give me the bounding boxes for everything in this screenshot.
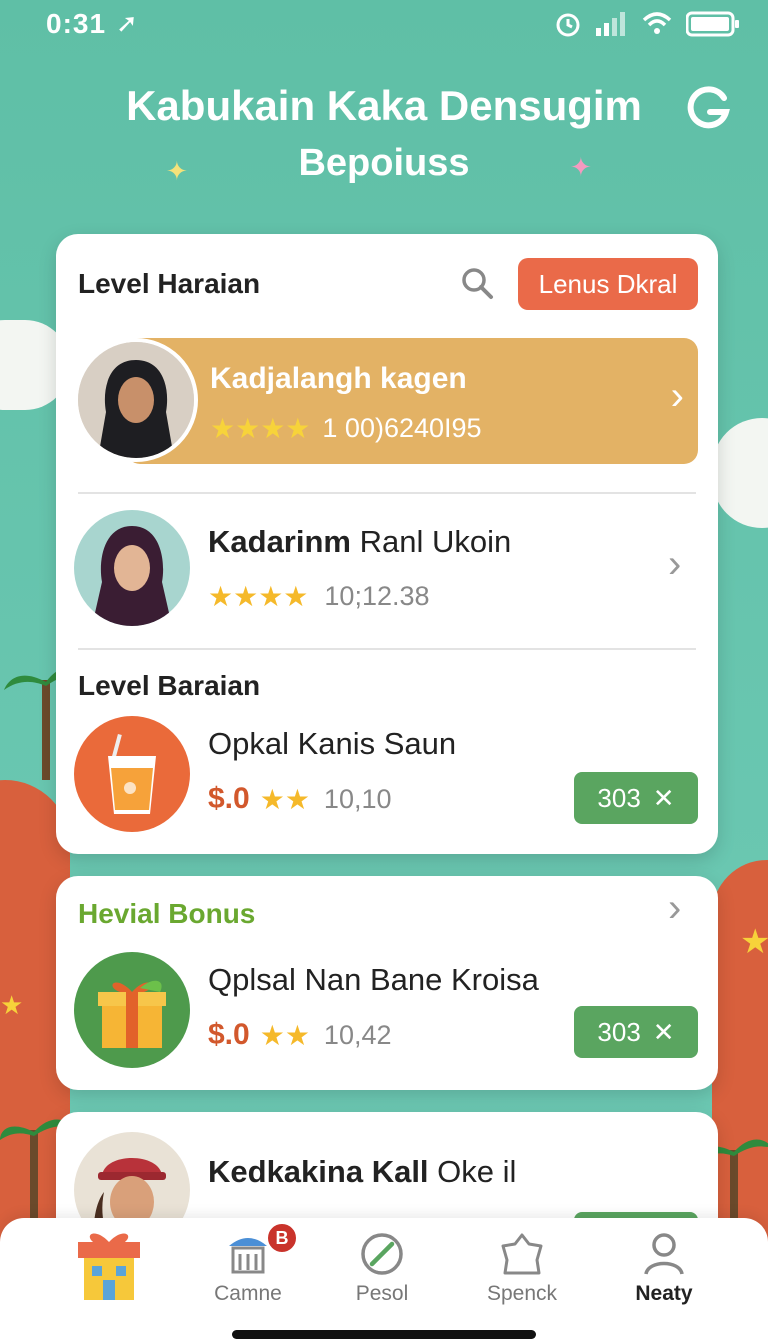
product-name: Qplsal Nan Bane Kroisa [208, 962, 539, 997]
action-button[interactable]: Lenus Dkral [518, 258, 698, 310]
gift-icon [74, 952, 190, 1068]
drink-icon [74, 716, 190, 832]
rating-text: 10;12.38 [324, 581, 430, 611]
nav-label: Camne [214, 1282, 282, 1305]
chevron-right-icon: › [670, 374, 684, 418]
divider [78, 492, 696, 494]
nav-label: Pesol [355, 1282, 409, 1305]
product-item[interactable]: Qplsal Nan Bane Kroisa $.0 ★★ 10,42 303 … [56, 952, 718, 1072]
nav-item-camne[interactable]: B Camne [188, 1218, 308, 1318]
price: $.0 [208, 782, 250, 815]
list-item-title-rest: Ranl Ukoin [350, 524, 512, 559]
quantity-value: 303 [597, 1016, 641, 1047]
list-item[interactable]: Kadarinm Ranl Ukoin ★★★★ 10;12.38 › [56, 504, 718, 634]
app-screen: ✦ ✦ ★ ★ 0:31 ➚ Kabukain Kaka Densugim Be… [0, 0, 768, 1344]
gift-house-icon [78, 1233, 140, 1300]
status-bar: 0:31 ➚ [0, 0, 768, 50]
quantity-pill[interactable]: 303 ✕ [574, 772, 698, 824]
quantity-value: 303 [597, 782, 641, 813]
divider [78, 648, 696, 650]
product-item[interactable]: Opkal Kanis Saun $.0 ★★ 10,10 303 ✕ [56, 716, 718, 836]
g-logo-icon[interactable] [684, 84, 732, 132]
list-item-title-bold: Kadarinm [208, 524, 351, 559]
level-card: Level Haraian Lenus Dkral Kadjalangh kag… [56, 234, 718, 854]
nav-label: Neaty [635, 1282, 693, 1305]
star-icon: ★★ [259, 783, 310, 815]
battery-icon [686, 11, 739, 37]
rating-text: 1 00)6240I95 [322, 413, 482, 443]
avatar [74, 510, 190, 626]
chevron-right-icon: › [668, 542, 682, 586]
signal-icon [596, 12, 625, 36]
wifi-icon [642, 12, 672, 34]
page-title: Kabukain Kaka Densugim [126, 82, 642, 129]
bottom-nav: B Camne Pesol Spenck Neaty [0, 1218, 768, 1344]
nav-item-spenck[interactable]: Spenck [462, 1218, 582, 1318]
star-icon: ★★ [259, 1019, 310, 1051]
section-title: Hevial Bonus [78, 898, 256, 929]
close-icon[interactable]: ✕ [653, 1017, 675, 1048]
page-subtitle: Bepoiuss [298, 142, 470, 184]
alarm-icon [556, 13, 580, 37]
chevron-right-icon[interactable]: › [668, 886, 681, 931]
nav-item-home[interactable] [50, 1218, 170, 1318]
list-item-title: Kedkakina Kall Oke il [208, 1154, 516, 1190]
list-item-title-bold: Kedkakina Kall [208, 1154, 429, 1189]
shop-icon [229, 1238, 267, 1274]
compass-icon [361, 1233, 403, 1275]
list-item-title: Kadjalangh kagen [210, 362, 467, 395]
product-meta: $.0 ★★ 10,42 [208, 1018, 392, 1052]
nav-label: Spenck [486, 1282, 558, 1305]
shape-icon [501, 1233, 543, 1275]
rating: ★★★★ 10;12.38 [208, 580, 430, 613]
bonus-card: Hevial Bonus › Qplsal Nan Bane Kroisa $.… [56, 876, 718, 1090]
quantity-pill[interactable]: 303 ✕ [574, 1006, 698, 1058]
star-icon: ★★★★ [208, 581, 309, 612]
product-meta: $.0 ★★ 10,10 [208, 782, 392, 816]
list-item-highlighted[interactable]: Kadjalangh kagen ★★★★ 1 00)6240I95 › [126, 338, 698, 464]
product-name: Opkal Kanis Saun [208, 726, 457, 761]
search-icon[interactable] [460, 266, 494, 300]
nav-item-neaty[interactable]: Neaty [604, 1218, 724, 1318]
list-item-title: Kadarinm Ranl Ukoin [208, 524, 511, 560]
avatar [74, 338, 198, 462]
close-icon[interactable]: ✕ [653, 783, 675, 814]
section-title: Level Haraian [78, 268, 261, 299]
status-time: 0:31 [46, 8, 107, 39]
location-arrow-icon: ➚ [116, 8, 138, 38]
rating-text: 10,10 [323, 783, 392, 814]
sparkle-icon: ★ [0, 990, 24, 1020]
sparkle-icon: ★ [740, 923, 768, 961]
nav-item-pesol[interactable]: Pesol [322, 1218, 442, 1318]
home-indicator [232, 1330, 536, 1339]
cloud-right [712, 418, 768, 528]
section-title: Level Baraian [78, 670, 261, 701]
rating: ★★★★ 1 00)6240I95 [210, 412, 482, 445]
notification-badge: B [266, 1222, 298, 1254]
profile-icon [644, 1233, 684, 1275]
price: $.0 [208, 1018, 250, 1051]
rating-text: 10,42 [323, 1019, 392, 1050]
list-item-title-rest: Oke il [428, 1154, 517, 1189]
star-icon: ★★★★ [210, 413, 311, 444]
